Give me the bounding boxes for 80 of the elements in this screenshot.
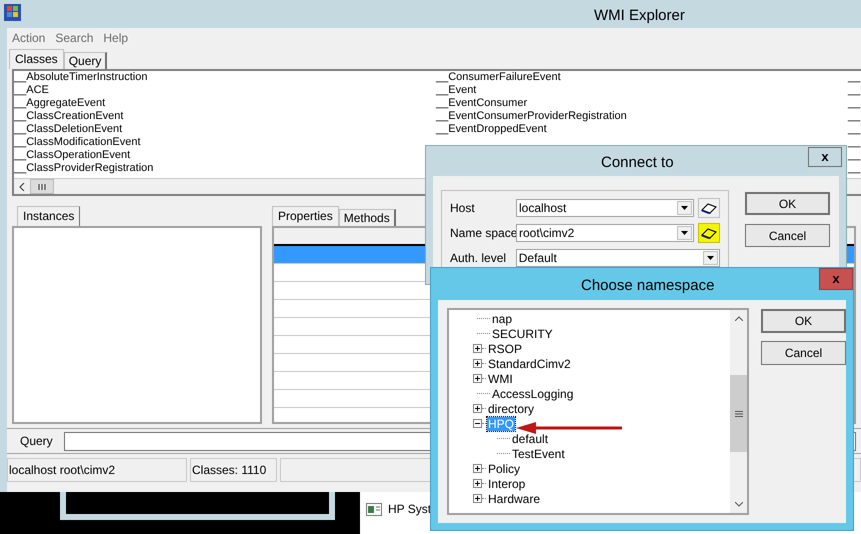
class-name[interactable]: __ConsumerFailureEvent [436,71,627,84]
tree-item[interactable]: default [511,432,550,446]
dropdown-icon[interactable] [703,251,718,265]
class-name[interactable]: __ClassProviderRegistration [14,162,154,175]
collapse-icon[interactable] [473,419,482,428]
dropdown-icon[interactable] [677,201,692,215]
class-name[interactable]: __ACE [14,84,154,97]
tree-item[interactable]: Hardware [487,492,542,506]
dialog-button[interactable]: Cancel [761,341,846,365]
class-name[interactable]: __AggregateEvent [14,97,154,110]
class-name[interactable]: __EventDroppedEvent [436,123,627,136]
list-item[interactable]: HP Syst [388,500,432,518]
class-name[interactable]: __ [848,71,860,84]
tree-item[interactable]: nap [491,312,514,326]
field-label: Host [450,200,476,217]
class-name[interactable]: __Event [436,84,627,97]
menu-item[interactable]: Help [103,29,128,47]
class-name[interactable]: __ClassCreationEvent [14,110,154,123]
class-name[interactable]: __EventConsumerProviderRegistration [436,110,627,123]
tab[interactable]: Instances [17,206,80,226]
class-name[interactable]: __ [848,162,860,175]
window-icon [366,503,382,516]
menu-item[interactable]: Action [12,29,46,47]
tree-item[interactable]: WMI [487,372,514,386]
expand-icon[interactable] [473,464,482,473]
class-name[interactable]: __ [848,136,860,149]
status-field: Classes: 1110 [190,458,277,482]
class-name[interactable]: __AbsoluteTimerInstruction [14,71,154,84]
scroll-thumb[interactable] [30,179,54,194]
dialog-button[interactable]: OK [745,192,830,215]
expand-icon[interactable] [473,374,482,383]
combo-box[interactable]: root\cimv2 [516,224,694,242]
tree-item[interactable]: SECURITY [491,326,554,340]
expand-icon[interactable] [473,404,482,413]
tree-item[interactable]: Interop [487,476,526,490]
tab[interactable]: Properties [272,206,339,226]
browse-button[interactable] [698,223,720,243]
class-name[interactable]: __ClassDeletionEvent [14,123,154,136]
dialog-title: Connect to [601,153,674,173]
close-button[interactable]: x [808,147,842,167]
namespace-tree[interactable]: nap SECURITY RSOP StandardCimv2 WMI AccessLogging directory HPQ default TestEvent Policy Interop Hardware [447,308,749,515]
window-title: WMI Explorer [594,6,685,26]
expand-icon[interactable] [473,479,482,488]
book-icon [701,202,717,214]
combo-box[interactable]: Default [516,249,720,267]
expand-icon[interactable] [473,344,482,353]
tree-item[interactable]: Policy [487,462,522,476]
dialog-button[interactable]: OK [761,309,846,333]
instances-list[interactable] [12,226,262,424]
combo-box[interactable]: localhost [516,199,694,217]
vertical-scrollbar[interactable] [730,310,747,513]
class-name[interactable]: __ [848,149,860,162]
book-icon [701,227,717,239]
dropdown-icon[interactable] [677,226,692,240]
tree-item[interactable]: directory [487,402,536,416]
field-label: Name space [450,225,516,242]
class-name[interactable]: __ClassModificationEvent [14,136,154,149]
close-button[interactable]: x [819,268,853,290]
class-name[interactable]: __EventConsumer [436,97,627,110]
class-name[interactable]: __ [848,110,860,123]
menu-item[interactable]: Search [55,29,94,47]
expand-icon[interactable] [473,359,482,368]
scroll-thumb[interactable] [730,375,747,452]
dialog-button[interactable]: Cancel [745,224,830,247]
tree-item[interactable]: TestEvent [511,446,566,460]
app-icon [4,4,21,21]
status-field: localhost root\cimv2 [7,458,187,482]
browse-button[interactable] [698,198,720,218]
class-name[interactable]: __ [848,97,860,110]
tree-item[interactable]: AccessLogging [491,386,574,400]
expand-icon[interactable] [473,494,482,503]
tab[interactable]: Classes [9,49,64,69]
class-name[interactable]: __ [848,123,860,136]
query-label: Query [19,433,54,450]
tree-item[interactable]: RSOP [487,342,524,356]
class-name[interactable]: __ClassOperationEvent [14,149,154,162]
field-label: Auth. level [450,250,508,267]
dialog-title: Choose namespace [581,276,714,296]
class-name[interactable]: __ [848,84,860,97]
tree-item[interactable]: StandardCimv2 [487,356,572,370]
